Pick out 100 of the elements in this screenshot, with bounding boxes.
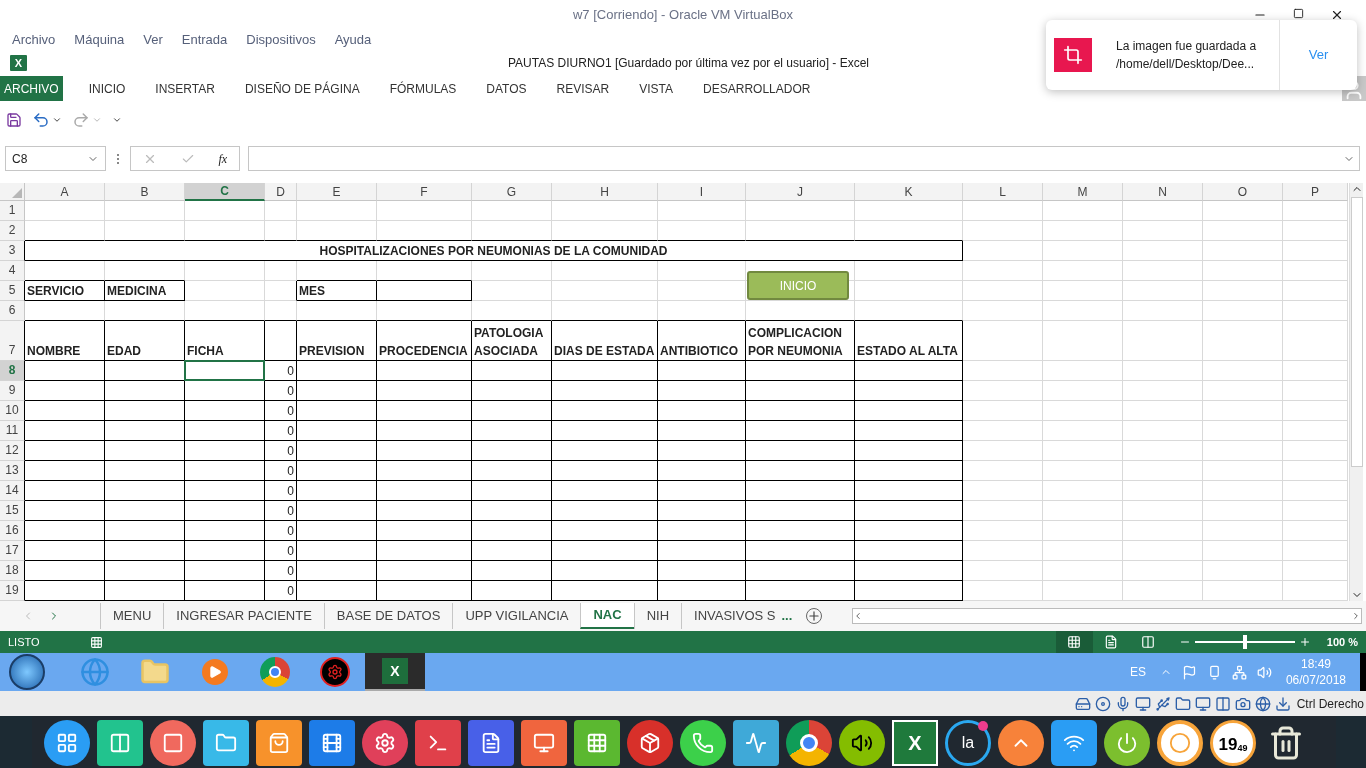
spreadsheet-icon[interactable] xyxy=(574,719,620,766)
ribbon-tab[interactable]: DESARROLLADOR xyxy=(699,76,815,101)
vertical-scrollbar[interactable] xyxy=(1349,183,1363,601)
column-header[interactable]: K xyxy=(855,183,963,201)
close-icon[interactable] xyxy=(1330,8,1344,22)
ribbon-tab[interactable]: FÓRMULAS xyxy=(385,76,461,101)
column-header[interactable]: B xyxy=(105,183,185,201)
file-manager-icon[interactable] xyxy=(203,719,249,766)
active-cell[interactable] xyxy=(185,361,265,381)
clock-widget[interactable]: 1949 xyxy=(1210,719,1256,766)
sheet-tab[interactable]: MENU xyxy=(100,603,164,629)
row-header[interactable]: 15 xyxy=(0,501,25,521)
launcher-icon[interactable] xyxy=(44,719,90,766)
excel-logo[interactable]: X xyxy=(892,719,938,766)
music-icon[interactable] xyxy=(839,719,885,766)
download-icon[interactable] xyxy=(1274,695,1291,712)
dial-icon[interactable] xyxy=(1157,719,1203,766)
phone-icon[interactable] xyxy=(680,719,726,766)
column-header[interactable]: D xyxy=(265,183,297,201)
row-header[interactable]: 4 xyxy=(0,261,25,281)
macro-icon[interactable] xyxy=(90,635,103,649)
ribbon-tab[interactable]: DATOS xyxy=(482,76,531,101)
row-header[interactable]: 2 xyxy=(0,221,25,241)
column-header[interactable]: C xyxy=(185,183,265,201)
shopping-bag-icon[interactable] xyxy=(256,719,302,766)
zoom-thumb[interactable] xyxy=(1242,635,1247,649)
row-header[interactable]: 16 xyxy=(0,521,25,541)
chrome-icon[interactable] xyxy=(786,719,832,766)
column-header[interactable]: N xyxy=(1123,183,1203,201)
column-header[interactable]: E xyxy=(297,183,377,201)
insert-function-button[interactable]: fx xyxy=(218,149,228,168)
writer-icon[interactable] xyxy=(468,719,514,766)
scroll-thumb[interactable] xyxy=(1350,197,1363,467)
grid-icon[interactable] xyxy=(1055,631,1093,653)
row-header[interactable]: 17 xyxy=(0,541,25,561)
sheet-tab[interactable]: INGRESAR PACIENTE xyxy=(163,603,324,629)
screen-icon[interactable] xyxy=(1194,695,1211,712)
ribbon-tab[interactable]: INSERTAR xyxy=(151,76,219,101)
disc-icon[interactable] xyxy=(1094,695,1111,712)
row-header[interactable]: 13 xyxy=(0,461,25,481)
la-icon[interactable]: la xyxy=(945,719,991,766)
zoom-in-icon[interactable] xyxy=(1298,636,1311,648)
sheet-tab[interactable]: NAC xyxy=(580,603,634,629)
menu-item[interactable]: Entrada xyxy=(181,30,228,50)
power-icon[interactable] xyxy=(1104,719,1150,766)
row-header[interactable]: 12 xyxy=(0,441,25,461)
ribbon-tab[interactable]: DISEÑO DE PÁGINA xyxy=(240,76,364,101)
row-header[interactable]: 10 xyxy=(0,401,25,421)
undo-icon[interactable] xyxy=(32,110,50,129)
column-header[interactable]: I xyxy=(658,183,746,201)
formula-input[interactable] xyxy=(248,146,1360,171)
start-orb-icon[interactable] xyxy=(9,654,45,690)
column-header[interactable]: A xyxy=(25,183,105,201)
presentation-icon[interactable] xyxy=(521,719,567,766)
wifi-icon[interactable] xyxy=(1051,719,1097,766)
row-header[interactable]: 11 xyxy=(0,421,25,441)
column-header[interactable]: O xyxy=(1203,183,1283,201)
sheet-tab[interactable]: BASE DE DATOS xyxy=(323,603,453,629)
network-icon[interactable] xyxy=(1254,695,1271,712)
column-header[interactable]: L xyxy=(963,183,1043,201)
taskbar-button[interactable]: X xyxy=(365,653,425,691)
row-header[interactable]: 6 xyxy=(0,301,25,321)
display-icon[interactable] xyxy=(1134,695,1151,712)
menu-item[interactable]: Ayuda xyxy=(334,30,372,50)
record-icon[interactable] xyxy=(150,719,196,766)
row-header[interactable]: 7 xyxy=(0,321,25,361)
maximize-icon[interactable] xyxy=(1293,8,1304,19)
ribbon-tab[interactable]: INICIO xyxy=(84,76,130,101)
column-header[interactable]: J xyxy=(746,183,855,201)
row-header[interactable]: 18 xyxy=(0,561,25,581)
menu-item[interactable]: Archivo xyxy=(12,30,56,50)
row-header[interactable]: 1 xyxy=(0,201,25,221)
column-header[interactable]: H xyxy=(552,183,658,201)
row-header[interactable]: 8 xyxy=(0,361,25,381)
column-header[interactable]: P xyxy=(1283,183,1348,201)
sheet-tab[interactable]: NIH xyxy=(633,603,682,629)
row-header[interactable]: 19 xyxy=(0,581,25,601)
gear-icon[interactable] xyxy=(362,719,408,766)
ribbon-tab[interactable]: REVISAR xyxy=(552,76,614,101)
column-header[interactable]: F xyxy=(377,183,472,201)
capture-icon[interactable] xyxy=(1234,695,1251,712)
save-icon[interactable] xyxy=(6,111,22,128)
menu-item[interactable]: Máquina xyxy=(74,30,125,50)
menu-item[interactable]: Dispositivos xyxy=(246,30,316,50)
ribbon-tab[interactable]: VISTA xyxy=(635,76,678,101)
column-header[interactable]: M xyxy=(1043,183,1123,201)
monitor-icon[interactable] xyxy=(733,719,779,766)
usb-icon[interactable] xyxy=(1154,695,1171,712)
terminal-icon[interactable] xyxy=(415,719,461,766)
video-icon[interactable] xyxy=(309,719,355,766)
row-header[interactable]: 3 xyxy=(0,241,25,261)
horizontal-scrollbar[interactable] xyxy=(852,608,1363,624)
ribbon-tab[interactable]: ARCHIVO xyxy=(0,76,63,101)
panel-icon[interactable] xyxy=(97,719,143,766)
name-box[interactable]: C8 xyxy=(5,146,106,171)
column-header[interactable]: G xyxy=(472,183,552,201)
row-header[interactable]: 5 xyxy=(0,281,25,301)
folder-icon[interactable] xyxy=(1174,695,1191,712)
row-header[interactable]: 9 xyxy=(0,381,25,401)
eject-icon[interactable] xyxy=(998,719,1044,766)
